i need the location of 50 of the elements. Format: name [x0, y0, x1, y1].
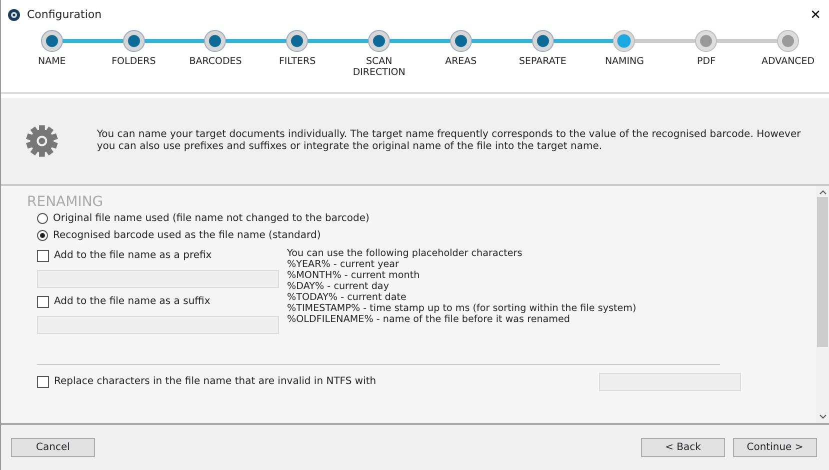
text-field[interactable] — [37, 316, 279, 334]
checkbox[interactable] — [37, 296, 49, 308]
step-label[interactable]: SEPARATE — [518, 57, 566, 68]
help-text: %OLDFILENAME% - name of the file before it was renamed — [287, 314, 572, 326]
step-dot[interactable] — [122, 30, 145, 52]
step-label[interactable]: ADVANCED — [762, 57, 815, 68]
step-label[interactable]: BARCODES — [189, 57, 242, 68]
back-button[interactable]: < Back — [641, 438, 725, 457]
step-label[interactable]: FILTERS — [278, 57, 316, 68]
checkbox[interactable] — [37, 376, 49, 388]
step-label[interactable]: AREAS — [445, 57, 477, 68]
step-dot[interactable] — [204, 30, 226, 52]
continue-button[interactable]: Continue > — [733, 438, 817, 457]
help-text: %YEAR% - current year — [287, 258, 400, 270]
help-text: %DAY% - current day — [287, 280, 390, 292]
help-text: You can use the following placeholder characters — [287, 248, 524, 259]
scroll-up-icon[interactable] — [818, 190, 826, 195]
step-dot[interactable] — [777, 30, 800, 52]
step-dot[interactable] — [613, 30, 636, 52]
step-dot[interactable] — [450, 30, 472, 52]
checkbox[interactable] — [37, 250, 49, 262]
step-label[interactable]: FOLDERS — [112, 57, 156, 68]
checkbox-label[interactable]: Replace characters in the file name that are invalid in NTFS with — [54, 376, 376, 388]
checkbox-label[interactable]: Add to the file name as a prefix — [54, 250, 212, 262]
step-dot[interactable] — [368, 30, 390, 52]
radio-label[interactable]: Original file name used (file name not changed to the barcode) — [53, 212, 370, 225]
step-dot[interactable] — [695, 30, 718, 52]
text-field[interactable] — [37, 270, 279, 288]
scroll-down-icon[interactable] — [818, 414, 826, 419]
step-dot[interactable] — [40, 30, 63, 52]
help-text: %TODAY% - current date — [287, 292, 408, 303]
step-label[interactable]: NAMING — [604, 57, 644, 68]
cancel-button[interactable]: Cancel — [11, 438, 95, 457]
step-label[interactable]: NAME — [38, 57, 66, 68]
help-text: %TIMESTAMP% - time stamp up to ms (for sorting within the file system) — [287, 302, 636, 314]
close-button[interactable]: ✕ — [808, 8, 823, 22]
step-dot[interactable] — [532, 30, 554, 52]
info-text: You can name your target documents individually. The target name frequently corresponds to the value of the recognised barcode. However you can also use prefixes and suffixes or integrate the original name of the file into the target name. — [96, 128, 802, 154]
radio-button[interactable] — [37, 213, 48, 224]
replacement-field[interactable] — [599, 372, 741, 391]
step-label[interactable]: SCAN DIRECTION — [349, 57, 410, 79]
step-dot[interactable] — [286, 30, 308, 52]
checkbox-label[interactable]: Add to the file name as a suffix — [54, 296, 210, 308]
radio-button[interactable] — [37, 230, 48, 242]
window-title: Configuration — [27, 6, 103, 23]
section-title: RENAMING — [27, 194, 104, 211]
step-label[interactable]: PDF — [697, 57, 716, 68]
radio-label[interactable]: Recognised barcode used as the file name (standard) — [53, 230, 321, 242]
scrollbar-thumb[interactable] — [817, 197, 828, 347]
help-text: %MONTH% - current month — [287, 270, 421, 281]
